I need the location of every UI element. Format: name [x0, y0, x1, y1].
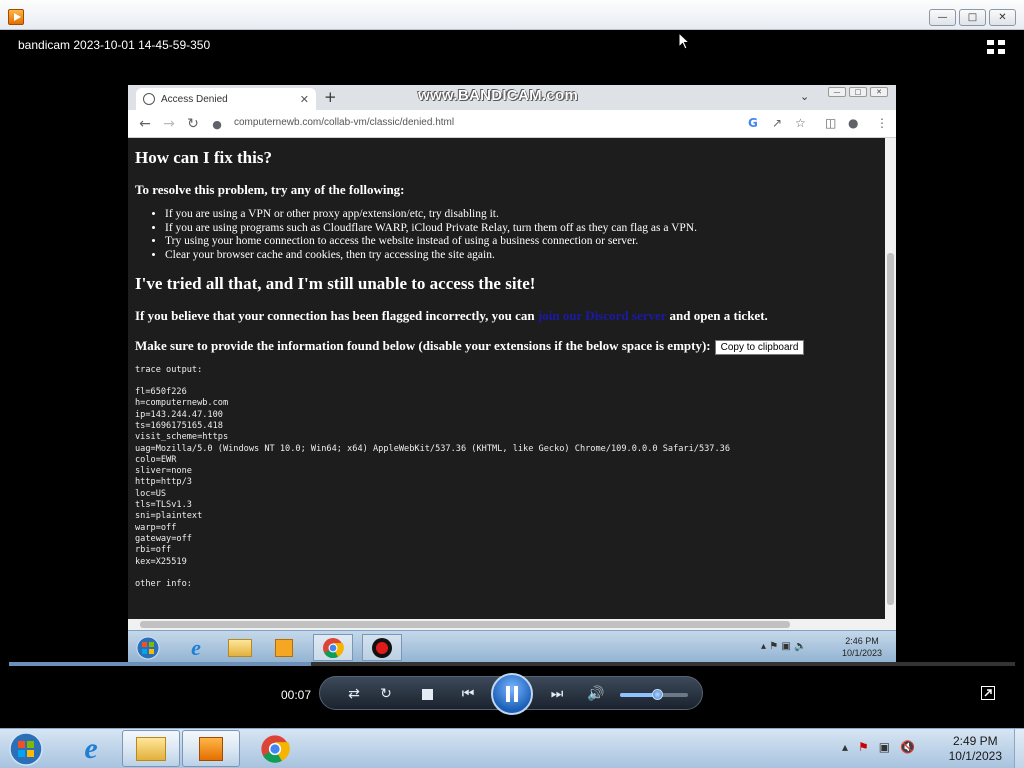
inner-window-controls: — □ ✕ — [828, 87, 888, 97]
discord-link[interactable]: join our Discord server — [538, 308, 666, 323]
inner-explorer-icon[interactable] — [220, 634, 260, 661]
elapsed-time: 00:07 — [281, 688, 312, 702]
stop-icon[interactable] — [415, 683, 439, 705]
back-arrow-icon[interactable]: ← — [136, 115, 154, 133]
trace-output: trace output: fl=650f226 h=computernewb.… — [135, 364, 730, 590]
volume-icon[interactable]: 🔊 — [584, 683, 608, 705]
bookmark-star-icon[interactable]: ☆ — [795, 116, 806, 130]
fullscreen-toggle-icon[interactable] — [987, 40, 1005, 54]
still-unable-heading: I've tried all that, and I'm still unabl… — [135, 274, 536, 293]
player-controls: 00:07 ⇄ ↻ ⏮ ⏭ 🔊 — [9, 666, 1015, 726]
tab-close-icon[interactable]: ✕ — [300, 93, 309, 106]
inner-clock-time: 2:46 PM — [845, 636, 879, 646]
vertical-scrollbar[interactable] — [885, 138, 896, 619]
provide-info-paragraph: Make sure to provide the information fou… — [135, 338, 878, 355]
inner-chrome-icon[interactable] — [313, 634, 353, 661]
show-hidden-icons-icon[interactable]: ▴ — [842, 740, 848, 754]
inner-ie-icon[interactable]: e — [176, 634, 216, 661]
pause-icon — [506, 686, 518, 702]
repeat-icon[interactable]: ↻ — [374, 683, 398, 705]
inner-tray-icons[interactable]: ▴ ⚑ ▣ 🔈 — [761, 641, 806, 652]
inner-taskbar: e ▴ ⚑ ▣ 🔈 2:46 PM 10/1/2023 — [128, 630, 896, 662]
pause-button[interactable] — [491, 673, 533, 715]
inner-clock-date: 10/1/2023 — [841, 648, 882, 658]
tab-favicon-icon — [143, 93, 155, 105]
page-content: How can I fix this? To resolve this prob… — [128, 138, 885, 619]
file-explorer-icon[interactable] — [122, 730, 180, 767]
browser-tab-strip: Access Denied ✕ + www.BANDICAM.com ⌄ — □… — [128, 85, 896, 110]
action-center-flag-icon[interactable]: ⚑ — [858, 740, 869, 754]
horizontal-scroll-thumb[interactable] — [140, 621, 790, 628]
video-title: bandicam 2023-10-01 14-45-59-350 — [18, 38, 211, 52]
list-item: If you are using a VPN or other proxy ap… — [165, 208, 878, 222]
close-button[interactable]: ✕ — [989, 9, 1016, 26]
reload-icon[interactable]: ↻ — [184, 115, 202, 133]
recorded-screen: Access Denied ✕ + www.BANDICAM.com ⌄ — □… — [128, 85, 896, 662]
address-bar[interactable]: computernewb.com/collab-vm/classic/denie… — [234, 117, 454, 128]
mouse-cursor-icon — [678, 32, 690, 50]
profile-avatar-icon[interactable]: ● — [848, 116, 858, 130]
new-tab-icon[interactable]: + — [324, 88, 337, 106]
inner-bandicam-record-icon[interactable] — [362, 634, 402, 661]
bandicam-player-icon[interactable] — [182, 730, 240, 767]
maximize-button[interactable]: □ — [959, 9, 986, 26]
clock-time: 2:49 PM — [952, 734, 998, 748]
share-icon[interactable]: ↗ — [772, 116, 782, 130]
provide-info-text: Make sure to provide the information fou… — [135, 338, 711, 353]
resolve-intro: To resolve this problem, try any of the … — [135, 182, 405, 197]
shuffle-icon[interactable]: ⇄ — [342, 683, 366, 705]
volume-knob[interactable] — [652, 689, 664, 700]
fix-heading: How can I fix this? — [135, 148, 272, 167]
side-panel-icon[interactable]: ◫ — [825, 116, 836, 130]
tab-search-chevron-icon[interactable]: ⌄ — [800, 90, 809, 103]
inner-start-orb-icon[interactable] — [128, 634, 168, 661]
list-item: Clear your browser cache and cookies, th… — [165, 249, 878, 263]
horizontal-scrollbar[interactable] — [128, 619, 896, 630]
list-item: If you are using programs such as Cloudf… — [165, 222, 878, 236]
site-info-icon[interactable]: ● — [208, 115, 226, 133]
flagged-paragraph: If you believe that your connection has … — [135, 308, 878, 324]
video-area: bandicam 2023-10-01 14-45-59-350 Access … — [9, 30, 1015, 662]
google-lens-icon[interactable]: G — [748, 116, 758, 130]
volume-muted-icon[interactable]: 🔇 — [900, 740, 915, 754]
resolve-list: If you are using a VPN or other proxy ap… — [135, 208, 878, 262]
control-pill: ⇄ ↻ ⏮ ⏭ 🔊 — [319, 673, 703, 715]
inner-close-button[interactable]: ✕ — [870, 87, 888, 97]
switch-mode-icon[interactable] — [981, 686, 995, 700]
browser-toolbar: ← → ↻ ● computernewb.com/collab-vm/class… — [128, 110, 896, 138]
menu-kebab-icon[interactable]: ⋮ — [876, 116, 888, 130]
system-tray: ▴ ⚑ ▣ 🔇 — [842, 740, 915, 754]
inner-maximize-button[interactable]: □ — [849, 87, 867, 97]
bandicam-watermark: www.BANDICAM.com — [418, 87, 579, 104]
player-title-bar: — □ ✕ — [0, 0, 1024, 30]
network-icon[interactable]: ▣ — [879, 740, 890, 754]
vertical-scroll-thumb[interactable] — [887, 253, 894, 605]
tab-title: Access Denied — [161, 93, 228, 105]
inner-media-icon[interactable] — [264, 634, 304, 661]
inner-clock[interactable]: 2:46 PM 10/1/2023 — [842, 635, 882, 659]
volume-slider[interactable] — [620, 689, 688, 700]
window-controls: — □ ✕ — [929, 9, 1016, 26]
start-orb-icon[interactable] — [4, 730, 48, 767]
next-icon[interactable]: ⏭ — [542, 683, 572, 705]
copy-to-clipboard-button[interactable]: Copy to clipboard — [714, 339, 805, 355]
inner-minimize-button[interactable]: — — [828, 87, 846, 97]
forward-arrow-icon[interactable]: → — [160, 115, 178, 133]
browser-tab[interactable]: Access Denied ✕ — [136, 88, 316, 110]
flagged-text-before: If you believe that your connection has … — [135, 308, 538, 323]
list-item: Try using your home connection to access… — [165, 235, 878, 249]
internet-explorer-icon[interactable]: e — [62, 730, 120, 767]
player-app-icon — [8, 9, 24, 25]
clock[interactable]: 2:49 PM 10/1/2023 — [949, 734, 1002, 764]
clock-date: 10/1/2023 — [948, 749, 1002, 763]
previous-icon[interactable]: ⏮ — [453, 683, 483, 705]
minimize-button[interactable]: — — [929, 9, 956, 26]
flagged-text-after: and open a ticket. — [666, 308, 768, 323]
taskbar: e ▴ ⚑ ▣ 🔇 2:49 PM 10/1/2023 — [0, 728, 1024, 768]
show-desktop-button[interactable] — [1014, 729, 1024, 768]
chrome-icon[interactable] — [246, 730, 304, 767]
